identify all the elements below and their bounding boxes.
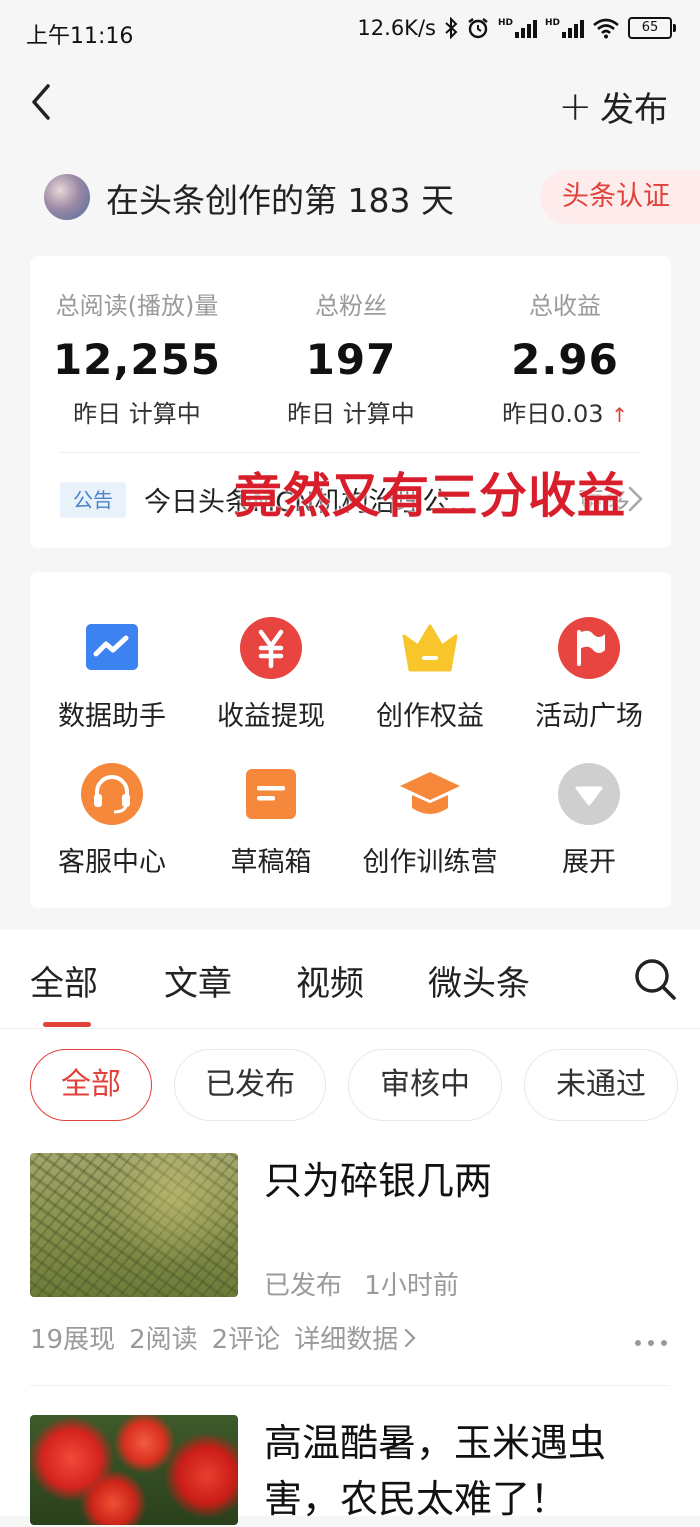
tool-label: 收益提现	[217, 701, 325, 732]
yuan-icon	[239, 616, 303, 680]
stat-sub-text: 昨日0.03	[502, 400, 604, 428]
signal-icon-1: HD	[498, 18, 537, 38]
signal-icon-2: HD	[545, 18, 584, 38]
article-reads: 2阅读	[129, 1325, 198, 1355]
certification-button[interactable]: 头条认证	[540, 170, 700, 224]
search-button[interactable]	[632, 956, 678, 1002]
bluetooth-icon	[445, 17, 458, 39]
plus-icon: +	[558, 83, 592, 130]
tool-customer-service[interactable]: 客服中心	[32, 762, 192, 879]
stat-value: 2.96	[511, 335, 619, 384]
tool-training-camp[interactable]: 创作训练营	[350, 762, 510, 879]
tool-drafts[interactable]: 草稿箱	[191, 762, 351, 879]
filter-reviewing[interactable]: 审核中	[348, 1049, 502, 1121]
alarm-icon	[468, 18, 488, 39]
net-speed: 12.6K/s	[357, 16, 436, 40]
stats-card: 总阅读(播放)量 12,255 昨日 计算中 总粉丝 197 昨日 计算中 总收…	[30, 256, 671, 548]
overlay-caption: 竟然又有三分收益	[234, 468, 627, 524]
filter-rejected[interactable]: 未通过	[524, 1049, 678, 1121]
tab-articles[interactable]: 文章	[164, 956, 232, 1005]
stat-label: 总阅读(播放)量	[55, 292, 219, 320]
tool-label: 活动广场	[535, 701, 643, 732]
more-options-button[interactable]	[634, 1325, 668, 1355]
article-title[interactable]: 只为碎银几两	[264, 1153, 492, 1209]
detail-data-label: 详细数据	[294, 1325, 399, 1355]
stat-total-fans[interactable]: 总粉丝 197 昨日 计算中	[244, 256, 458, 429]
article-status: 已发布	[264, 1271, 343, 1301]
tab-indicator	[43, 1022, 91, 1027]
stat-label: 总粉丝	[315, 292, 387, 320]
tool-label: 创作权益	[376, 701, 484, 732]
status-time: 上午11:16	[26, 24, 134, 49]
tool-label: 展开	[562, 847, 616, 878]
flag-icon	[557, 616, 621, 680]
tool-label: 草稿箱	[230, 847, 312, 878]
more-icon	[635, 1340, 667, 1346]
content-list: 全部 已发布 审核中 未通过 只为碎银几两 已发布 1小时前 19展现 2阅读 …	[0, 1029, 700, 1525]
tool-label: 客服中心	[58, 847, 166, 878]
crown-icon	[398, 616, 462, 680]
stat-sub: 昨日 计算中	[73, 400, 201, 428]
stat-total-reads[interactable]: 总阅读(播放)量 12,255 昨日 计算中	[30, 256, 244, 429]
search-icon	[635, 959, 676, 1000]
divider	[60, 452, 641, 453]
tool-activity-square[interactable]: 活动广场	[509, 616, 669, 733]
article-time: 1小时前	[364, 1271, 459, 1301]
detail-data-link[interactable]: 详细数据	[294, 1319, 418, 1356]
row-divider	[30, 1385, 670, 1386]
avatar[interactable]	[44, 174, 90, 220]
article-title[interactable]: 高温酷暑，玉米遇虫害，农民太难了！	[264, 1415, 664, 1527]
stat-total-income[interactable]: 总收益 2.96 昨日0.03 ↑	[458, 256, 672, 429]
stat-sub: 昨日 计算中	[287, 400, 415, 428]
stat-value: 197	[305, 335, 397, 384]
tool-label: 数据助手	[58, 701, 166, 732]
publish-button[interactable]: + 发布	[558, 82, 668, 131]
tool-creator-rights[interactable]: 创作权益	[350, 616, 510, 733]
expand-icon	[557, 762, 621, 826]
arrow-up-icon: ↑	[611, 403, 628, 427]
filter-all[interactable]: 全部	[30, 1049, 152, 1121]
tab-all[interactable]: 全部	[30, 956, 98, 1005]
back-button[interactable]	[24, 80, 64, 124]
draft-icon	[239, 762, 303, 826]
tool-label: 创作训练营	[362, 847, 498, 878]
filter-published[interactable]: 已发布	[174, 1049, 326, 1121]
tools-card: 数据助手 收益提现 创作权益 活动广场 客服中心 草稿箱 创作训练营 展开	[30, 572, 671, 908]
chart-icon	[80, 616, 144, 680]
tool-expand[interactable]: 展开	[509, 762, 669, 879]
notice-tag: 公告	[60, 482, 126, 518]
tool-data-assistant[interactable]: 数据助手	[32, 616, 192, 733]
status-icons: 12.6K/s HD HD 65	[357, 16, 676, 40]
article-meta: 已发布 1小时前	[264, 1265, 459, 1302]
chevron-right-icon	[405, 1328, 416, 1347]
article-thumbnail[interactable]	[30, 1153, 238, 1297]
stat-sub: 昨日0.03 ↑	[458, 394, 672, 429]
publish-label: 发布	[600, 90, 668, 130]
tab-micro-headlines[interactable]: 微头条	[428, 956, 530, 1005]
status-bar: 上午11:16 12.6K/s HD HD 65	[0, 0, 700, 62]
tool-income-withdraw[interactable]: 收益提现	[191, 616, 351, 733]
wifi-icon	[593, 18, 619, 39]
article-impressions: 19展现	[30, 1325, 116, 1355]
article-comments: 2评论	[211, 1325, 281, 1355]
tab-videos[interactable]: 视频	[296, 956, 364, 1005]
creator-days-text: 在头条创作的第 183 天	[106, 181, 454, 220]
stat-label: 总收益	[529, 292, 601, 320]
chevron-left-icon	[32, 84, 50, 120]
stat-value: 12,255	[52, 335, 222, 384]
article-thumbnail[interactable]	[30, 1415, 238, 1525]
content-tabs: 全部 文章 视频 微头条	[0, 930, 700, 1029]
headset-icon	[80, 762, 144, 826]
battery-icon: 65	[628, 17, 676, 39]
article-stats: 19展现 2阅读 2评论 详细数据	[30, 1319, 418, 1356]
graduation-cap-icon	[398, 762, 462, 826]
